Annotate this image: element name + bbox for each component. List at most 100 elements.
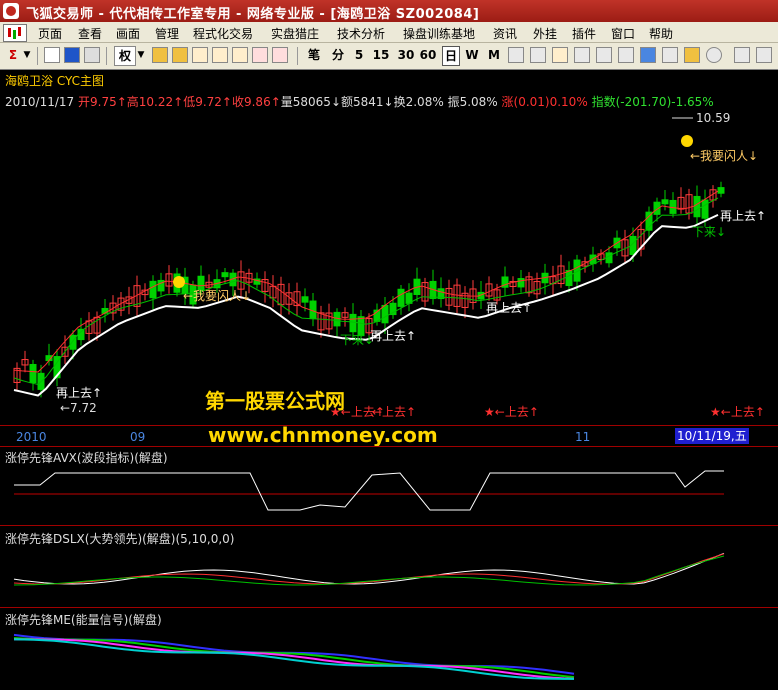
window-title: 飞狐交易师 - 代代相传工作室专用 - 网络专业版 - [海鸥卫浴 SZ0020…	[26, 7, 480, 22]
candle-body	[333, 311, 341, 327]
watermark-url: www.chnmoney.com	[208, 423, 438, 447]
signal-lift-label: 再上去↑	[486, 301, 532, 315]
menu-plugins-ext[interactable]: 外挂	[533, 25, 557, 42]
day-button[interactable]: 日	[442, 46, 460, 66]
menu-program-trading[interactable]: 程式化交易	[193, 25, 253, 42]
signal-star-label: ★←上去↑	[484, 405, 539, 419]
menu-view[interactable]: 查看	[78, 25, 102, 42]
volume-value: 量58065↓	[280, 95, 341, 109]
stats-icon[interactable]	[640, 47, 656, 63]
menu-hunt[interactable]: 实盘猎庄	[271, 25, 319, 42]
menu-help[interactable]: 帮助	[649, 25, 673, 42]
quote-date: 2010/11/17	[5, 95, 75, 109]
formula-e-icon[interactable]	[232, 47, 248, 63]
candle-body	[517, 278, 525, 288]
formula-f-icon[interactable]	[192, 47, 208, 63]
stroke-button[interactable]: 笔	[306, 46, 322, 64]
settings-icon[interactable]	[662, 47, 678, 63]
chart-f-icon[interactable]	[552, 47, 568, 63]
nav-icon[interactable]	[734, 47, 750, 63]
dslx-mid-line	[13, 553, 725, 585]
me-indicator-chart[interactable]	[0, 626, 778, 690]
moving-average-line	[13, 213, 719, 397]
candle-body	[197, 275, 205, 291]
zoom-in-icon[interactable]	[508, 47, 524, 63]
menu-bar: 页面 查看 画面 管理 程式化交易 实盘猎庄 技术分析 操盘训练基地 资讯 外挂…	[0, 22, 778, 43]
candlestick-chart[interactable]: 10.59←7.72再上去↑再上去↑再上去↑再上去↑←我要闪人↓←我要闪人↓下来…	[0, 110, 778, 428]
x-axis-label-sep: 09	[130, 430, 146, 444]
title-bar: 飞狐交易师 - 代代相传工作室专用 - 网络专业版 - [海鸥卫浴 SZ0020…	[0, 0, 778, 22]
secondary-average-line	[13, 197, 719, 385]
list-icon[interactable]	[574, 47, 590, 63]
menu-page[interactable]: 页面	[38, 25, 62, 42]
dropdown-arrow-icon[interactable]: ▼	[22, 46, 32, 64]
dslx-indicator-chart[interactable]	[0, 545, 778, 605]
candle-body	[701, 199, 709, 219]
signal-down-label: 下来↓	[340, 333, 374, 347]
pencil-icon[interactable]	[152, 47, 168, 63]
formula-t-icon[interactable]	[212, 47, 228, 63]
star-icon[interactable]	[684, 47, 700, 63]
minute-button[interactable]: 分	[330, 46, 346, 64]
candles-group	[13, 181, 725, 398]
open-value: 开9.75↑	[78, 95, 127, 109]
more-icon[interactable]	[756, 47, 772, 63]
marker-icon[interactable]	[252, 47, 268, 63]
turnover-value: 换2.08%	[393, 95, 444, 109]
panel-divider	[0, 607, 778, 608]
avx-line	[14, 470, 724, 511]
smiley-icon	[681, 135, 693, 147]
table-icon[interactable]	[618, 47, 634, 63]
sigma-button[interactable]: Σ	[6, 46, 20, 64]
calendar-icon[interactable]	[272, 47, 288, 63]
rights-button[interactable]: 权	[114, 46, 136, 66]
dslx-fast-line	[13, 552, 725, 585]
week-button[interactable]: W	[464, 46, 480, 64]
layout-icon[interactable]	[84, 47, 100, 63]
tag-icon[interactable]	[172, 47, 188, 63]
window-icon[interactable]	[64, 47, 80, 63]
axis-bottom-line	[0, 446, 778, 447]
avx-indicator-chart[interactable]	[0, 465, 778, 523]
price-info-bar: 2010/11/17 开9.75↑高10.22↑低9.72↑收9.86↑量580…	[5, 93, 714, 110]
search-icon[interactable]	[530, 47, 546, 63]
current-date-cursor: 10/11/19,五	[675, 428, 749, 444]
signal-run-label: ←我要闪人↓	[690, 149, 758, 163]
signal-lift-label: 再上去↑	[370, 329, 416, 343]
grid-icon[interactable]	[596, 47, 612, 63]
dslx-slow-line	[13, 555, 725, 586]
me-energy-lines	[13, 633, 575, 680]
candle-body	[661, 199, 669, 205]
candle-body	[149, 280, 157, 299]
amplitude-value: 振5.08%	[447, 95, 498, 109]
app-logo-icon	[3, 3, 19, 19]
period-30-button[interactable]: 30	[396, 46, 416, 64]
month-button[interactable]: M	[486, 46, 502, 64]
menu-window[interactable]: 窗口	[611, 25, 635, 42]
candle-body	[693, 195, 701, 218]
chart-title: 海鸥卫浴 CYC主图	[5, 74, 105, 88]
annotations-group: 10.59←7.72再上去↑再上去↑再上去↑再上去↑←我要闪人↓←我要闪人↓下来…	[56, 111, 766, 419]
candle-body	[29, 363, 37, 384]
clock-icon[interactable]	[706, 47, 722, 63]
period-5-button[interactable]: 5	[352, 46, 366, 64]
toolbar-divider	[37, 47, 38, 65]
toolbar: Σ ▼ 权 ▼ 笔 分 5 15 30 60 日 W M	[0, 43, 778, 70]
signal-lift-label: 再上去↑	[56, 386, 102, 400]
system-menu-icon[interactable]	[3, 24, 27, 42]
avx-panel-title: 涨停先锋AVX(波段指标)(解盘)	[5, 451, 168, 465]
period-15-button[interactable]: 15	[371, 46, 391, 64]
cursor-icon[interactable]	[44, 47, 60, 63]
x-axis-label-year: 2010	[16, 430, 47, 444]
menu-training[interactable]: 操盘训练基地	[403, 25, 475, 42]
menu-manage[interactable]: 管理	[155, 25, 179, 42]
menu-info[interactable]: 资讯	[493, 25, 517, 42]
period-60-button[interactable]: 60	[418, 46, 438, 64]
menu-screen[interactable]: 画面	[116, 25, 140, 42]
menu-technical[interactable]: 技术分析	[337, 25, 385, 42]
dropdown-arrow-icon[interactable]: ▼	[136, 46, 146, 64]
candle-body	[565, 269, 573, 287]
signal-down-label: 下来↓	[692, 225, 726, 239]
menu-addons[interactable]: 插件	[572, 25, 596, 42]
candle-body	[301, 296, 309, 303]
